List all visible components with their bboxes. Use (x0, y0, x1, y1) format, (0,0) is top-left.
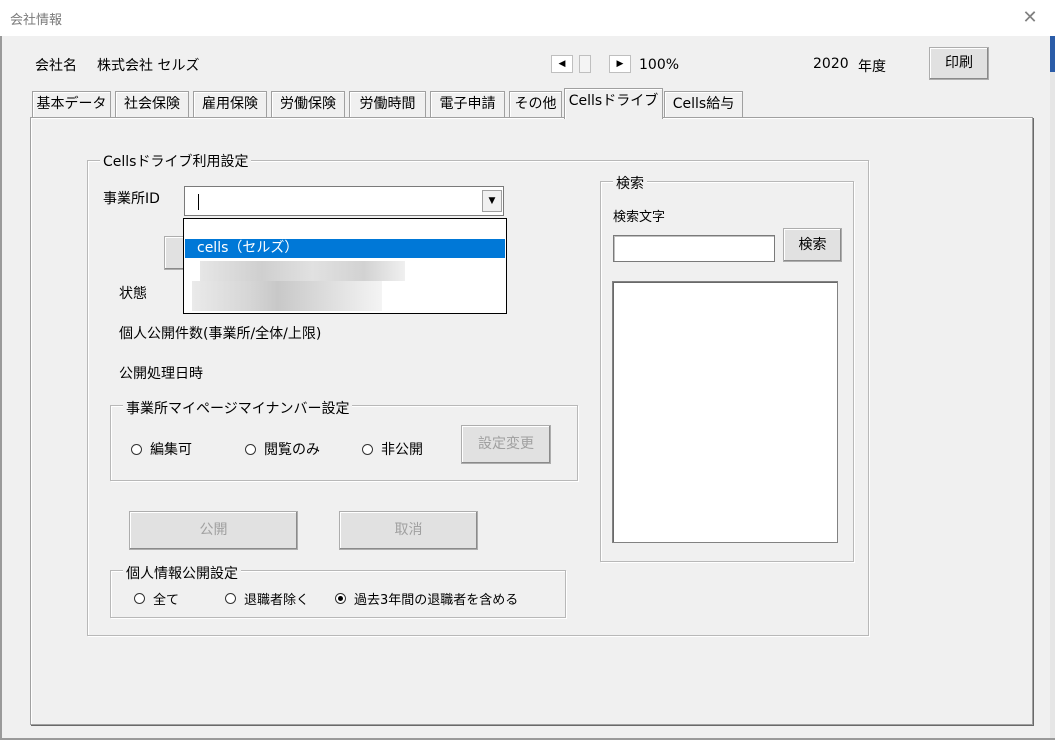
publish-button[interactable]: 公開 (129, 511, 298, 550)
search-button[interactable]: 検索 (783, 228, 842, 262)
radio-view-only[interactable]: 閲覧のみ (245, 439, 320, 459)
zoom-increase-button[interactable]: ▶ (609, 55, 631, 73)
search-text-label: 検索文字 (613, 210, 666, 225)
cancel-publish-button[interactable]: 取消 (339, 511, 478, 550)
status-label: 状態 (119, 286, 147, 302)
tab-labor-insurance[interactable]: 労働保険 (271, 91, 345, 117)
search-input[interactable] (613, 235, 775, 262)
arrow-right-icon: ▶ (616, 59, 624, 69)
zoom-level: 100% (639, 57, 680, 73)
tab-social-insurance[interactable]: 社会保険 (115, 91, 189, 117)
redacted-option[interactable] (200, 261, 405, 281)
zoom-slider-thumb[interactable] (579, 55, 591, 73)
redacted-option[interactable] (192, 281, 382, 311)
text-caret (198, 194, 199, 210)
tab-employment-insurance[interactable]: 雇用保険 (193, 91, 267, 117)
cells-drive-settings-title: Cellsドライブ利用設定 (100, 151, 252, 171)
radio-circle-icon (131, 443, 142, 455)
year-unit: 年度 (858, 59, 886, 75)
window-title: 会社情報 (10, 13, 63, 28)
radio-circle-icon (225, 593, 236, 604)
company-name: 株式会社 セルズ (97, 58, 200, 74)
radio-label: 非公開 (381, 442, 423, 458)
dropdown-option-cells[interactable]: cells（セルズ） (185, 239, 505, 258)
radio-selected-icon (335, 593, 346, 604)
radio-label: 全て (153, 593, 180, 608)
year-value: 2020 (813, 56, 849, 72)
tab-e-application[interactable]: 電子申請 (430, 91, 505, 117)
tab-cells-drive[interactable]: Cellsドライブ (564, 88, 663, 119)
radio-label: 閲覧のみ (264, 442, 320, 458)
publish-datetime-label: 公開処理日時 (119, 366, 203, 382)
radio-label: 編集可 (150, 442, 192, 458)
radio-label: 過去3年間の退職者を含める (354, 593, 519, 608)
print-button[interactable]: 印刷 (929, 47, 989, 80)
mypage-mynumber-title: 事業所マイページマイナンバー設定 (123, 398, 353, 418)
radio-circle-icon (362, 443, 373, 455)
tab-basic-data[interactable]: 基本データ (32, 91, 111, 117)
privacy-settings-title: 個人情報公開設定 (123, 563, 241, 583)
office-id-label: 事業所ID (103, 191, 160, 207)
office-id-combobox[interactable]: ▼ (184, 186, 504, 216)
radio-circle-icon (134, 593, 145, 604)
radio-circle-icon (245, 443, 256, 455)
radio-all[interactable]: 全て (134, 589, 179, 608)
radio-editable[interactable]: 編集可 (131, 439, 192, 459)
arrow-left-icon: ◀ (558, 59, 566, 69)
chevron-down-icon[interactable]: ▼ (482, 190, 502, 212)
change-settings-button[interactable]: 設定変更 (461, 425, 551, 464)
search-group-title: 検索 (613, 173, 647, 193)
window-edge-lower (1050, 72, 1055, 740)
tab-cells-payroll[interactable]: Cells給与 (664, 91, 743, 117)
public-count-label: 個人公開件数(事業所/全体/上限) (119, 326, 322, 342)
company-label: 会社名 (35, 58, 77, 74)
radio-private[interactable]: 非公開 (362, 439, 423, 459)
tab-working-hours[interactable]: 労働時間 (349, 91, 426, 117)
tab-other[interactable]: その他 (509, 91, 562, 117)
office-id-dropdown-list: cells（セルズ） (183, 218, 507, 314)
zoom-decrease-button[interactable]: ◀ (551, 55, 573, 73)
title-bar (0, 0, 1055, 36)
radio-exclude-retired[interactable]: 退職者除く (225, 589, 309, 608)
search-results-list[interactable] (612, 281, 838, 543)
radio-include-retired-3y[interactable]: 過去3年間の退職者を含める (335, 589, 518, 608)
close-icon[interactable]: ✕ (1016, 4, 1044, 32)
radio-label: 退職者除く (244, 593, 310, 608)
window-left-edge (0, 36, 2, 740)
